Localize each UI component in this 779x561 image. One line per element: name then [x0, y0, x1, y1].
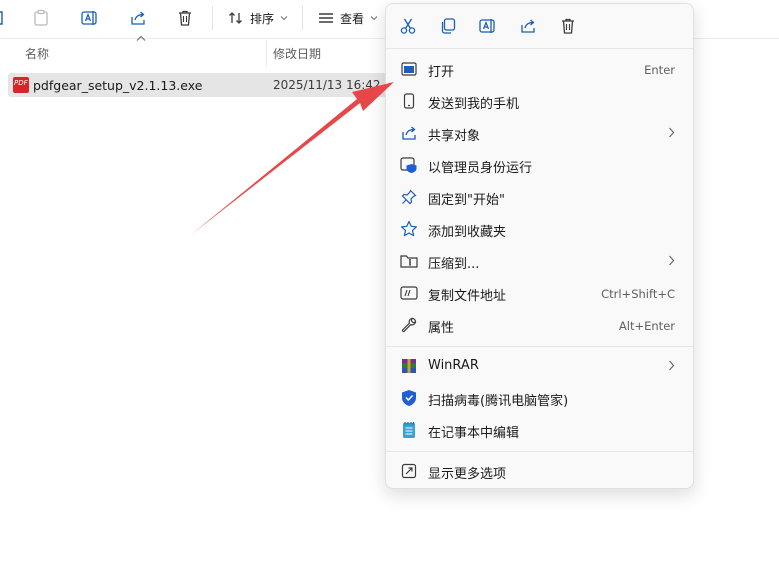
wrench-icon [400, 316, 418, 334]
menu-item-pin-to-start[interactable]: 固定到"开始" [390, 182, 689, 212]
share-icon[interactable] [128, 6, 148, 30]
admin-shield-icon [400, 156, 418, 174]
file-modified-date: 2025/11/13 16:42 [273, 78, 381, 92]
menu-item-shortcut: Enter [644, 63, 675, 77]
star-icon [400, 220, 418, 238]
column-header-name[interactable]: 名称 [25, 45, 49, 62]
copy-icon[interactable] [438, 16, 458, 36]
chevron-right-icon [669, 255, 675, 266]
view-label: 查看 [340, 11, 365, 26]
column-divider[interactable] [266, 40, 267, 66]
view-button[interactable]: 查看 [318, 6, 378, 30]
menu-item-show-more-options[interactable]: 显示更多选项 [390, 456, 689, 486]
menu-item-label: 显示更多选项 [428, 467, 507, 482]
chevron-down-icon [280, 16, 288, 21]
menu-item-winrar[interactable]: WinRAR [390, 351, 689, 381]
toolbar-separator [212, 6, 213, 30]
toolbar-separator [302, 6, 303, 30]
menu-item-label: 打开 [428, 65, 455, 80]
menu-item-open[interactable]: 打开 Enter [390, 54, 689, 84]
chevron-right-icon [669, 127, 675, 138]
menu-item-label: 发送到我的手机 [428, 97, 520, 112]
menu-item-label: 添加到收藏夹 [428, 225, 507, 240]
menu-item-label: 压缩到... [428, 257, 480, 272]
menu-item-label: 扫描病毒(腾讯电脑管家) [428, 394, 569, 409]
menu-item-send-to-phone[interactable]: 发送到我的手机 [390, 86, 689, 116]
file-name: pdfgear_setup_v2.1.13.exe [33, 78, 203, 93]
delete-icon[interactable] [558, 16, 578, 36]
menu-item-label: 属性 [428, 321, 455, 336]
menu-item-add-to-favorites[interactable]: 添加到收藏夹 [390, 214, 689, 244]
menu-item-label: 在记事本中编辑 [428, 426, 520, 441]
file-row-selected[interactable]: PDF pdfgear_setup_v2.1.13.exe 2025/11/13… [8, 73, 388, 97]
menu-item-share-with[interactable]: 共享对象 [390, 118, 689, 148]
paste-icon[interactable] [32, 6, 50, 30]
context-quick-actions [386, 4, 693, 48]
share-icon[interactable] [518, 16, 538, 36]
tencent-shield-icon [400, 389, 418, 407]
notepad-icon [400, 421, 418, 439]
cut-icon[interactable] [398, 16, 418, 36]
menu-item-label: 复制文件地址 [428, 289, 507, 304]
file-icon-text: PDF [14, 79, 28, 87]
menu-item-label: 固定到"开始" [428, 193, 505, 208]
zip-icon [400, 252, 418, 270]
menu-item-shortcut: Ctrl+Shift+C [601, 287, 675, 301]
menu-item-copy-as-path[interactable]: 复制文件地址 Ctrl+Shift+C [390, 278, 689, 308]
chevron-down-icon [370, 16, 378, 21]
context-menu: 打开 Enter 发送到我的手机 共享对象 以管理员身份运行 固定到"开始" 添… [385, 3, 694, 489]
menu-item-scan-virus[interactable]: 扫描病毒(腾讯电脑管家) [390, 383, 689, 413]
copy-path-icon [400, 284, 418, 302]
menu-item-compress-to[interactable]: 压缩到... [390, 246, 689, 276]
menu-divider [386, 346, 693, 347]
view-icon [319, 13, 333, 23]
menu-item-label: 共享对象 [428, 129, 481, 144]
annotation-arrow-shape [192, 82, 394, 234]
menu-item-shortcut: Alt+Enter [618, 319, 675, 333]
partial-left-icon[interactable] [0, 6, 6, 30]
rename-icon[interactable] [80, 6, 100, 30]
chevron-right-icon [669, 360, 675, 371]
menu-item-run-as-admin[interactable]: 以管理员身份运行 [390, 150, 689, 180]
rename-icon[interactable] [478, 16, 498, 36]
share-icon [400, 124, 418, 142]
menu-item-label: WinRAR [428, 358, 479, 373]
sort-button[interactable]: 排序 [228, 6, 288, 30]
sort-icon [229, 12, 242, 24]
sort-ascending-icon [136, 35, 146, 41]
winrar-icon [400, 357, 418, 375]
column-header-modified[interactable]: 修改日期 [273, 45, 321, 62]
more-options-icon [400, 462, 418, 480]
pdfgear-file-icon: PDF [13, 77, 29, 93]
phone-icon [400, 92, 418, 110]
open-icon [400, 60, 418, 78]
pin-icon [400, 188, 418, 206]
delete-icon[interactable] [176, 6, 194, 30]
menu-divider [386, 48, 693, 49]
menu-item-edit-in-notepad[interactable]: 在记事本中编辑 [390, 415, 689, 445]
menu-item-label: 以管理员身份运行 [428, 161, 533, 176]
menu-divider [386, 451, 693, 452]
sort-label: 排序 [250, 11, 275, 26]
menu-item-properties[interactable]: 属性 Alt+Enter [390, 310, 689, 340]
